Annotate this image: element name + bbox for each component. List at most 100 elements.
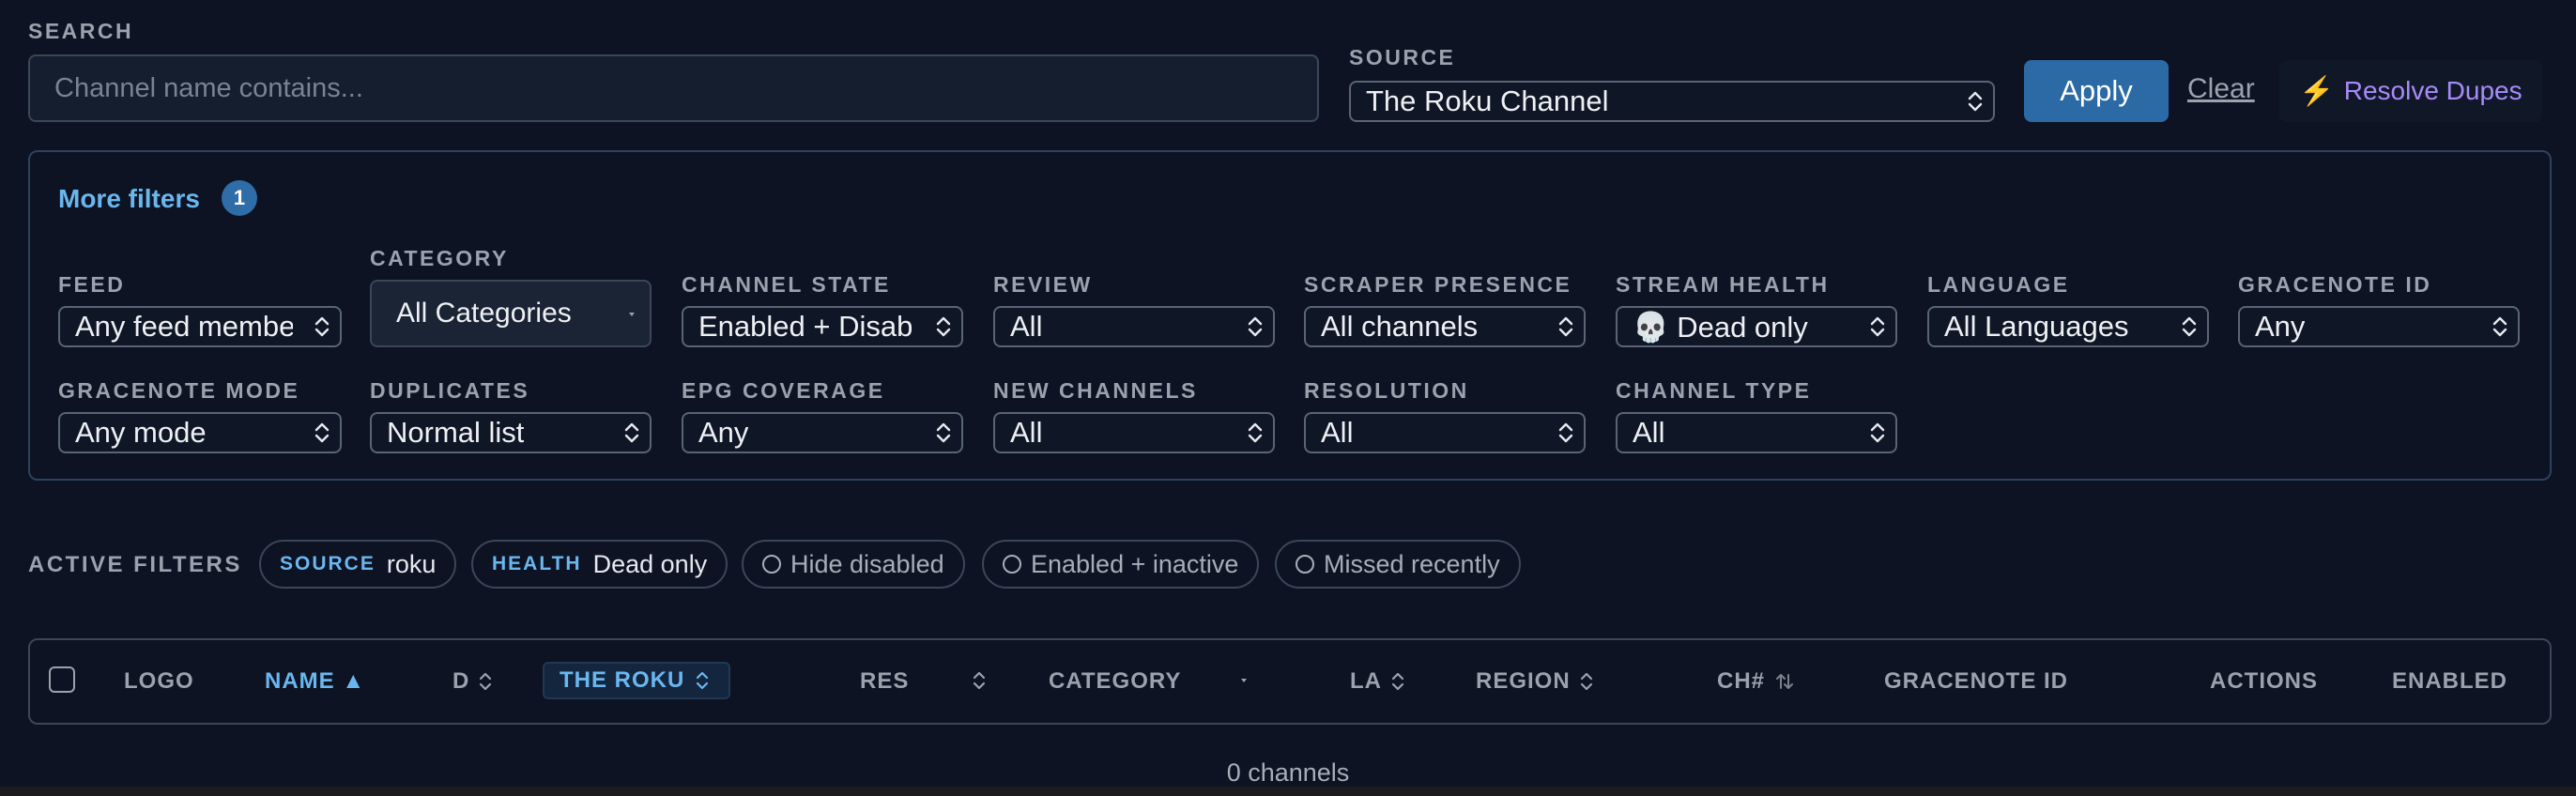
col-res-label: RES xyxy=(860,668,910,694)
sort-updown-icon xyxy=(697,671,709,690)
circle-icon xyxy=(1003,555,1021,574)
clear-link[interactable]: Clear xyxy=(2187,73,2255,105)
hide-disabled-toggle[interactable]: Hide disabled xyxy=(742,540,965,589)
duplicates-select-value: Normal list xyxy=(387,416,525,449)
scraper-presence-select[interactable]: All channels xyxy=(1304,306,1586,347)
chip-value: Dead only xyxy=(592,549,708,578)
col-region-sort[interactable]: REGION xyxy=(1476,668,1593,695)
stream-health-label: STREAM HEALTH xyxy=(1616,272,1830,297)
chip-key: SOURCE xyxy=(280,553,376,574)
caret-down-icon xyxy=(629,313,635,316)
chevron-updown-icon xyxy=(314,422,330,443)
toggle-label: Hide disabled xyxy=(790,549,944,578)
language-select[interactable]: All Languages xyxy=(1927,306,2209,347)
col-name-sort[interactable]: NAME ▲ xyxy=(265,668,365,695)
col-la-sort[interactable]: LA xyxy=(1350,668,1404,695)
col-d-label: D xyxy=(452,668,470,694)
new-channels-label: NEW CHANNELS xyxy=(993,378,1198,403)
chevron-updown-icon xyxy=(624,422,639,443)
more-filters-toggle[interactable]: More filters xyxy=(58,184,200,214)
resolve-dupes-label: Resolve Dupes xyxy=(2343,76,2522,105)
resolution-select[interactable]: All xyxy=(1304,412,1586,453)
category-select[interactable]: All Categories xyxy=(370,280,652,347)
resolve-dupes-button[interactable]: ⚡ Resolve Dupes xyxy=(2279,60,2542,122)
col-ch-label: CH# xyxy=(1717,668,1766,694)
col-provider-label: THE ROKU xyxy=(560,667,685,693)
source-label: SOURCE xyxy=(1349,45,1456,69)
duplicates-select[interactable]: Normal list xyxy=(370,412,652,453)
language-label: LANGUAGE xyxy=(1927,272,2070,297)
gracenote-id-label: GRACENOTE ID xyxy=(2238,272,2432,297)
caret-down-icon[interactable] xyxy=(1237,673,1250,688)
channel-state-select-value: Enabled + Disabled xyxy=(698,310,914,343)
chevron-updown-icon xyxy=(1968,91,1983,112)
scraper-presence-label: SCRAPER PRESENCE xyxy=(1304,272,1572,297)
resolution-label: RESOLUTION xyxy=(1304,378,1469,403)
feed-select-value: Any feed member xyxy=(75,310,293,343)
duplicates-label: DUPLICATES xyxy=(370,378,530,403)
gracenote-id-select[interactable]: Any xyxy=(2238,306,2520,347)
language-select-value: All Languages xyxy=(1944,310,2129,343)
col-category-label: CATEGORY xyxy=(1049,668,1182,694)
stream-health-select-value: 💀 Dead only xyxy=(1633,310,1808,344)
source-select[interactable]: The Roku Channel xyxy=(1349,81,1995,122)
search-label: SEARCH xyxy=(28,19,134,43)
col-logo: LOGO xyxy=(124,668,194,694)
col-provider-select[interactable]: THE ROKU xyxy=(543,662,730,699)
epg-coverage-select[interactable]: Any xyxy=(682,412,963,453)
new-channels-select-value: All xyxy=(1010,416,1043,449)
gracenote-mode-select[interactable]: Any mode xyxy=(58,412,342,453)
chevron-updown-icon xyxy=(1870,422,1885,443)
chevron-updown-icon xyxy=(1558,316,1573,337)
channel-type-label: CHANNEL TYPE xyxy=(1616,378,1812,403)
more-filters-count-badge: 1 xyxy=(222,180,257,216)
category-select-value: All Categories xyxy=(396,298,572,329)
col-region-label: REGION xyxy=(1476,668,1571,694)
source-select-value: The Roku Channel xyxy=(1366,84,1609,117)
apply-button[interactable]: Apply xyxy=(2024,60,2169,122)
feed-select[interactable]: Any feed member xyxy=(58,306,342,347)
col-d-sort[interactable]: D xyxy=(452,668,492,695)
channel-type-select[interactable]: All xyxy=(1616,412,1897,453)
sort-updown-icon xyxy=(1580,672,1592,691)
active-filter-chip-source[interactable]: SOURCE roku xyxy=(259,540,457,589)
toggle-label: Missed recently xyxy=(1324,549,1500,578)
search-input[interactable] xyxy=(28,54,1319,122)
new-channels-select[interactable]: All xyxy=(993,412,1275,453)
chevron-updown-icon xyxy=(936,422,951,443)
missed-recently-toggle[interactable]: Missed recently xyxy=(1275,540,1521,589)
gracenote-mode-select-value: Any mode xyxy=(75,416,207,449)
enabled-inactive-toggle[interactable]: Enabled + inactive xyxy=(982,540,1260,589)
select-all-checkbox[interactable] xyxy=(49,666,75,693)
channel-type-select-value: All xyxy=(1633,416,1665,449)
feed-label: FEED xyxy=(58,272,126,297)
sort-updown-icon xyxy=(480,672,492,691)
col-enabled: ENABLED xyxy=(2392,668,2508,694)
channel-state-select[interactable]: Enabled + Disabled xyxy=(682,306,963,347)
chevron-updown-icon xyxy=(314,316,330,337)
review-select-value: All xyxy=(1010,310,1043,343)
sort-updown-icon[interactable] xyxy=(973,670,986,691)
stream-health-select[interactable]: 💀 Dead only xyxy=(1616,306,1897,347)
gracenote-id-select-value: Any xyxy=(2255,310,2306,343)
circle-icon xyxy=(762,555,781,574)
resolution-select-value: All xyxy=(1321,416,1354,449)
chevron-updown-icon xyxy=(2182,316,2197,337)
col-ch-sort[interactable]: CH# xyxy=(1717,668,1795,695)
chip-key: HEALTH xyxy=(492,553,582,574)
active-filter-chip-health[interactable]: HEALTH Dead only xyxy=(471,540,728,589)
chevron-updown-icon xyxy=(2492,316,2507,337)
footer-bar xyxy=(0,787,2576,796)
review-select[interactable]: All xyxy=(993,306,1275,347)
circle-icon xyxy=(1296,555,1314,574)
chevron-updown-icon xyxy=(936,316,951,337)
sort-updown-icon xyxy=(1391,672,1404,691)
chip-value: roku xyxy=(386,549,437,578)
chevron-updown-icon xyxy=(1248,422,1263,443)
chevron-updown-icon xyxy=(1558,422,1573,443)
channel-count: 0 channels xyxy=(1226,758,1350,787)
chevron-updown-icon xyxy=(1870,316,1885,337)
category-label: CATEGORY xyxy=(370,246,509,270)
lightning-icon: ⚡ xyxy=(2299,75,2335,107)
active-filters-label: ACTIVE FILTERS xyxy=(28,552,242,577)
